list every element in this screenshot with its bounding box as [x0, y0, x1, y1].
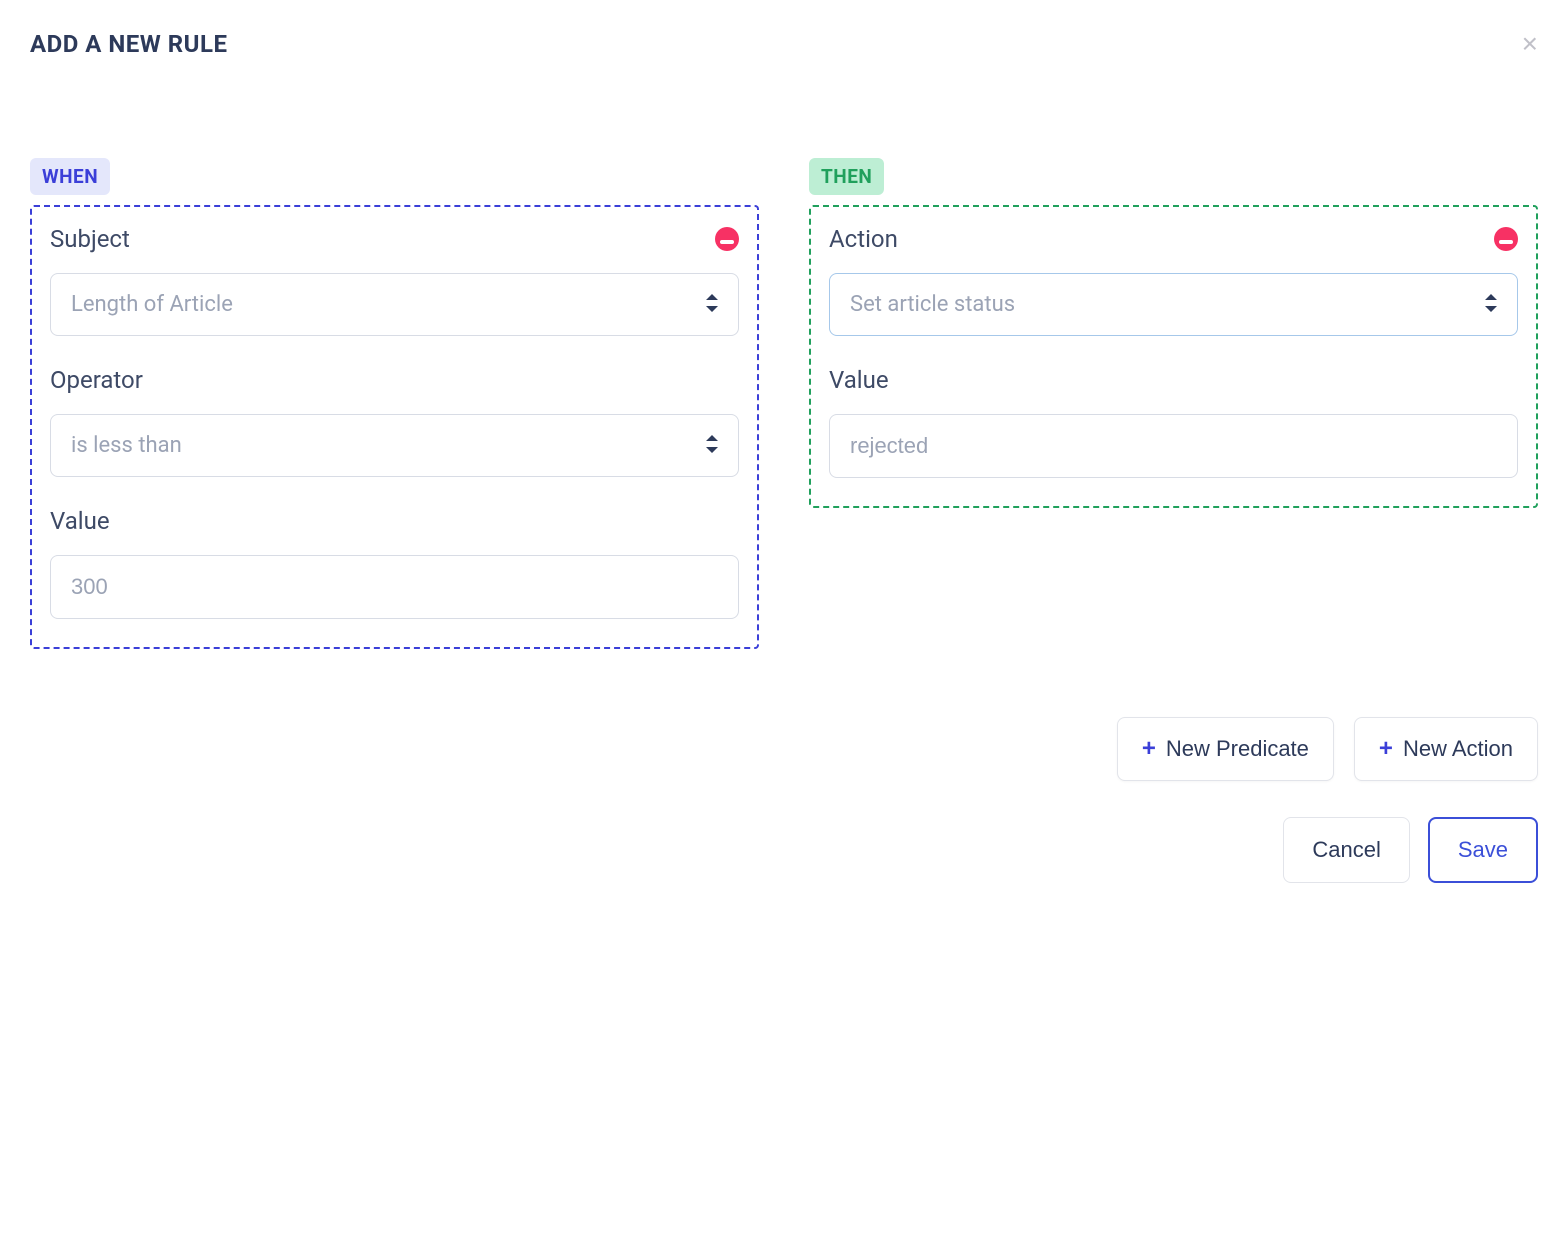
- action-label: Action: [829, 225, 898, 253]
- operator-select[interactable]: is less than: [50, 414, 739, 477]
- remove-predicate-button[interactable]: [715, 227, 739, 251]
- when-badge: WHEN: [30, 158, 110, 195]
- when-value-label: Value: [50, 507, 110, 535]
- then-column: THEN Action Set article status: [809, 158, 1538, 649]
- close-button[interactable]: ×: [1522, 30, 1538, 58]
- close-icon: ×: [1522, 28, 1538, 59]
- then-value-label: Value: [829, 366, 889, 394]
- remove-action-button[interactable]: [1494, 227, 1518, 251]
- subject-select[interactable]: Length of Article: [50, 273, 739, 336]
- minus-icon: [1499, 232, 1513, 247]
- plus-icon: +: [1142, 737, 1156, 761]
- plus-icon: +: [1379, 737, 1393, 761]
- when-column: WHEN Subject Length of Article: [30, 158, 759, 649]
- then-panel: Action Set article status Value: [809, 205, 1538, 508]
- operator-label: Operator: [50, 366, 143, 394]
- cancel-button[interactable]: Cancel: [1283, 817, 1409, 883]
- new-action-label: New Action: [1403, 736, 1513, 762]
- new-action-button[interactable]: + New Action: [1354, 717, 1538, 781]
- then-value-input[interactable]: [829, 414, 1518, 478]
- new-predicate-label: New Predicate: [1166, 736, 1309, 762]
- page-title: ADD A NEW RULE: [30, 30, 227, 58]
- when-value-input[interactable]: [50, 555, 739, 619]
- when-panel: Subject Length of Article Opera: [30, 205, 759, 649]
- then-badge: THEN: [809, 158, 884, 195]
- minus-icon: [720, 232, 734, 247]
- action-select[interactable]: Set article status: [829, 273, 1518, 336]
- save-button[interactable]: Save: [1428, 817, 1538, 883]
- new-predicate-button[interactable]: + New Predicate: [1117, 717, 1334, 781]
- subject-label: Subject: [50, 225, 130, 253]
